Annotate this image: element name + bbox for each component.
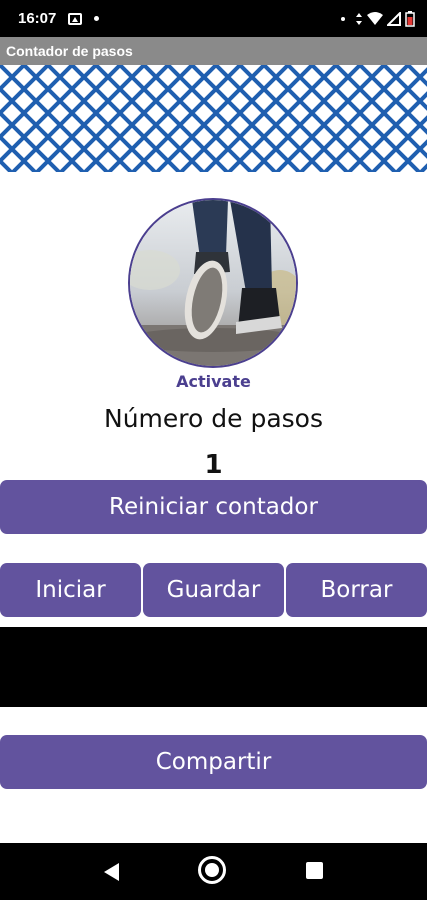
wifi-icon xyxy=(367,11,383,25)
steps-label: Número de pasos xyxy=(104,404,323,433)
save-button[interactable]: Guardar xyxy=(143,563,284,617)
share-button[interactable]: Compartir xyxy=(0,735,427,789)
navigation-bar xyxy=(0,843,427,900)
header-pattern xyxy=(0,65,427,172)
walking-photo xyxy=(128,198,298,368)
reset-counter-button[interactable]: Reiniciar contador xyxy=(0,480,427,534)
delete-button[interactable]: Borrar xyxy=(286,563,427,617)
app-bar: Contador de pasos xyxy=(0,37,427,65)
data-arrows-icon xyxy=(356,12,362,25)
step-count: 1 xyxy=(204,450,223,480)
signal-icon xyxy=(387,11,401,26)
status-icons xyxy=(341,0,415,37)
app-title: Contador de pasos xyxy=(6,43,133,59)
recents-icon[interactable] xyxy=(306,862,323,879)
home-icon[interactable] xyxy=(198,856,226,884)
notification-dot-icon xyxy=(94,16,100,21)
image-icon xyxy=(68,12,83,25)
activate-label: Activate xyxy=(176,372,251,391)
status-bar: 16:07 xyxy=(0,0,427,37)
status-time: 16:07 xyxy=(18,10,57,27)
back-icon[interactable] xyxy=(104,863,119,881)
start-button[interactable]: Iniciar xyxy=(0,563,141,617)
ad-banner xyxy=(0,627,427,707)
battery-icon xyxy=(405,10,415,27)
dot-icon xyxy=(341,16,345,21)
